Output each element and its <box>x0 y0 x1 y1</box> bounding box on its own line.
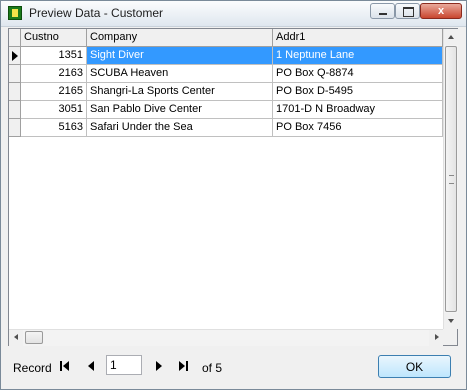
last-record-button[interactable] <box>177 359 191 373</box>
scroll-down-button[interactable] <box>444 313 458 329</box>
table-row[interactable]: 1351 Sight Diver 1 Neptune Lane <box>9 47 443 65</box>
cell-addr1[interactable]: 1701-D N Broadway <box>273 101 443 119</box>
indicator-header <box>9 29 21 46</box>
cell-company[interactable]: Shangri-La Sports Center <box>87 83 273 101</box>
grid-header: Custno Company Addr1 <box>9 29 443 47</box>
column-header-addr1[interactable]: Addr1 <box>273 29 443 46</box>
row-indicator[interactable] <box>9 101 21 119</box>
chevron-left-icon <box>14 334 18 340</box>
close-button[interactable]: x <box>420 3 462 19</box>
preview-window: Preview Data - Customer x Custno Company… <box>0 0 467 390</box>
cell-company[interactable]: SCUBA Heaven <box>87 65 273 83</box>
data-grid[interactable]: Custno Company Addr1 1351 Sight Diver 1 … <box>8 28 458 346</box>
maximize-button[interactable] <box>395 3 420 19</box>
chevron-down-icon <box>448 319 454 323</box>
scroll-corner <box>443 329 457 345</box>
row-indicator[interactable] <box>9 83 21 101</box>
cell-company[interactable]: Safari Under the Sea <box>87 119 273 137</box>
column-header-company[interactable]: Company <box>87 29 273 46</box>
cell-addr1[interactable]: PO Box 7456 <box>273 119 443 137</box>
scroll-left-button[interactable] <box>9 330 23 346</box>
app-icon <box>8 6 22 20</box>
row-indicator[interactable] <box>9 65 21 83</box>
cell-custno[interactable]: 2165 <box>21 83 87 101</box>
table-row[interactable]: 2163 SCUBA Heaven PO Box Q-8874 <box>9 65 443 83</box>
horizontal-scrollbar[interactable] <box>9 329 443 346</box>
cell-custno[interactable]: 3051 <box>21 101 87 119</box>
vertical-scroll-thumb[interactable] <box>445 46 457 312</box>
column-header-custno[interactable]: Custno <box>21 29 87 46</box>
next-record-button[interactable] <box>153 359 167 373</box>
record-navigator: Record of 5 OK <box>1 351 466 381</box>
close-icon: x <box>437 5 445 17</box>
cell-addr1[interactable]: PO Box Q-8874 <box>273 65 443 83</box>
cell-addr1[interactable]: PO Box D-5495 <box>273 83 443 101</box>
cell-company[interactable]: Sight Diver <box>87 47 273 65</box>
scroll-right-button[interactable] <box>429 330 443 346</box>
window-title: Preview Data - Customer <box>29 6 164 20</box>
record-total-label: of 5 <box>202 361 223 375</box>
grid-rows: 1351 Sight Diver 1 Neptune Lane 2163 SCU… <box>9 47 443 137</box>
table-row[interactable]: 2165 Shangri-La Sports Center PO Box D-5… <box>9 83 443 101</box>
chevron-up-icon <box>448 35 454 39</box>
title-bar[interactable]: Preview Data - Customer x <box>1 1 466 27</box>
first-record-button[interactable] <box>59 359 73 373</box>
table-row[interactable]: 3051 San Pablo Dive Center 1701-D N Broa… <box>9 101 443 119</box>
current-row-arrow-icon <box>12 51 18 61</box>
minimize-button[interactable] <box>370 3 395 19</box>
chevron-right-icon <box>435 334 439 340</box>
table-row[interactable]: 5163 Safari Under the Sea PO Box 7456 <box>9 119 443 137</box>
cell-custno[interactable]: 1351 <box>21 47 87 65</box>
cell-addr1[interactable]: 1 Neptune Lane <box>273 47 443 65</box>
scroll-up-button[interactable] <box>444 29 458 45</box>
ok-button[interactable]: OK <box>378 355 451 378</box>
previous-record-button[interactable] <box>85 359 99 373</box>
cell-company[interactable]: San Pablo Dive Center <box>87 101 273 119</box>
record-label: Record <box>13 361 52 375</box>
cell-custno[interactable]: 2163 <box>21 65 87 83</box>
vertical-scrollbar[interactable] <box>443 29 458 329</box>
cell-custno[interactable]: 5163 <box>21 119 87 137</box>
record-number-input[interactable] <box>106 355 142 375</box>
row-indicator[interactable] <box>9 47 21 65</box>
row-indicator[interactable] <box>9 119 21 137</box>
horizontal-scroll-thumb[interactable] <box>25 331 43 344</box>
